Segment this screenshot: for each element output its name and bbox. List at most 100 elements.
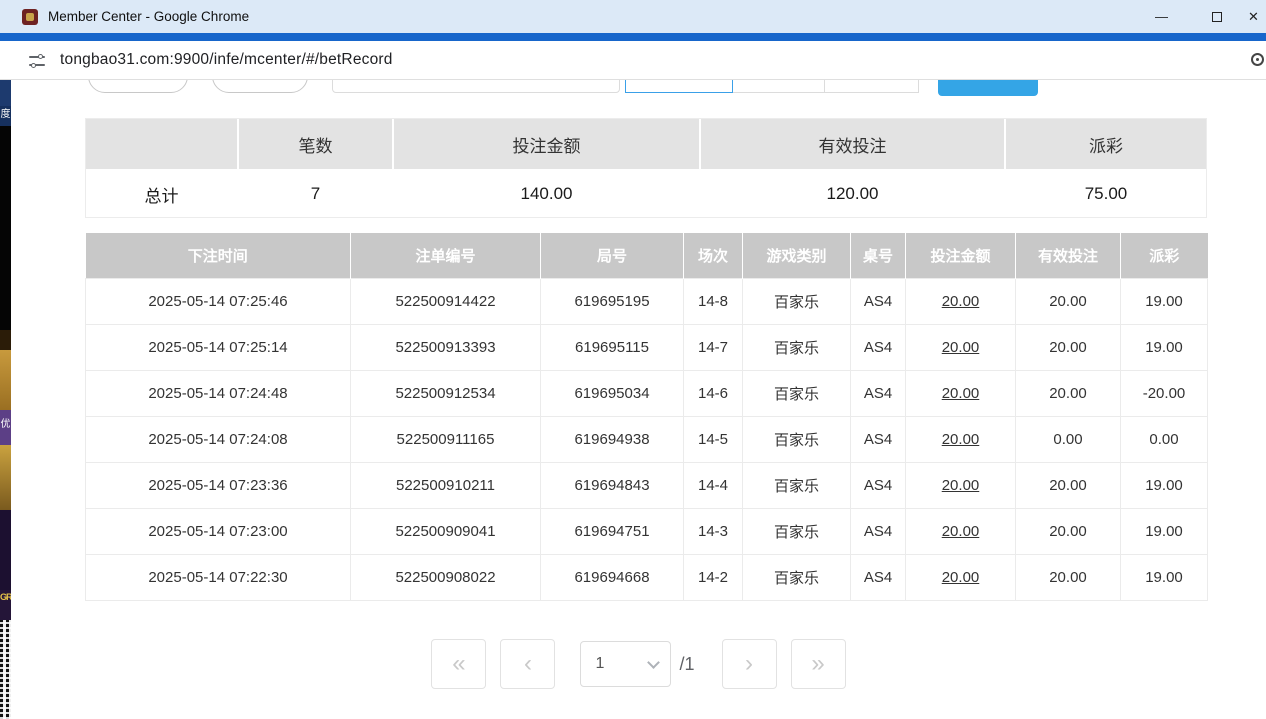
cell-session: 14-8 xyxy=(684,278,743,324)
prev-page-button[interactable]: ‹ xyxy=(500,639,555,689)
cell-bet-amount-link[interactable]: 20.00 xyxy=(906,278,1016,324)
page-total-label: /1 xyxy=(679,654,694,675)
cell-bet-amount-link[interactable]: 20.00 xyxy=(906,324,1016,370)
cell-table-id: AS4 xyxy=(851,554,906,600)
cell-session: 14-6 xyxy=(684,370,743,416)
cell-round-id: 619695115 xyxy=(541,324,684,370)
close-icon: ✕ xyxy=(1248,9,1259,25)
cell-order-id: 522500908022 xyxy=(351,554,541,600)
cell-bet-amount-link[interactable]: 20.00 xyxy=(906,370,1016,416)
cell-order-id: 522500910211 xyxy=(351,462,541,508)
app-icon-glyph xyxy=(26,13,34,21)
table-row: 2025-05-14 07:22:30 522500908022 6196946… xyxy=(86,554,1208,600)
bg-label-2: 优 xyxy=(0,410,11,445)
cell-bet-amount-link[interactable]: 20.00 xyxy=(906,554,1016,600)
date-range-input[interactable] xyxy=(332,80,620,93)
page-select[interactable]: 1 xyxy=(580,641,671,687)
cell-game-type: 百家乐 xyxy=(743,462,851,508)
date-quick-select-group xyxy=(625,80,921,93)
summary-header-count: 笔数 xyxy=(239,119,394,169)
cell-payout: 0.00 xyxy=(1121,416,1208,462)
col-header-game-type: 游戏类别 xyxy=(743,233,851,278)
window-title: Member Center - Google Chrome xyxy=(48,9,249,24)
cell-round-id: 619694938 xyxy=(541,416,684,462)
cell-valid-bet: 20.00 xyxy=(1016,508,1121,554)
cell-bet-amount-link[interactable]: 20.00 xyxy=(906,508,1016,554)
cell-bet-amount-link[interactable]: 20.00 xyxy=(906,416,1016,462)
col-header-session: 场次 xyxy=(684,233,743,278)
cell-valid-bet: 20.00 xyxy=(1016,278,1121,324)
next-page-icon: › xyxy=(745,650,753,678)
window-theme-strip xyxy=(0,33,1266,41)
summary-count-value: 7 xyxy=(239,169,394,217)
last-page-icon: » xyxy=(811,650,824,678)
url-text[interactable]: tongbao31.com:9900/infe/mcenter/#/betRec… xyxy=(60,51,393,69)
date-segment-option-2[interactable] xyxy=(732,80,825,93)
browser-viewport: 度 优 GR 笔数 投注金额 有效投注 派彩 总计 xyxy=(0,80,1266,719)
cell-session: 14-3 xyxy=(684,508,743,554)
cell-bet-time: 2025-05-14 07:25:14 xyxy=(86,324,351,370)
close-button[interactable]: ✕ xyxy=(1244,0,1266,33)
table-row: 2025-05-14 07:25:14 522500913393 6196951… xyxy=(86,324,1208,370)
table-row: 2025-05-14 07:24:48 522500912534 6196950… xyxy=(86,370,1208,416)
summary-header-valid-bet: 有效投注 xyxy=(701,119,1006,169)
date-segment-option-3[interactable] xyxy=(824,80,919,93)
summary-header-bet-amount: 投注金额 xyxy=(394,119,701,169)
chevron-down-icon xyxy=(648,656,661,669)
cell-bet-time: 2025-05-14 07:25:46 xyxy=(86,278,351,324)
window-controls: — ✕ xyxy=(1134,0,1266,33)
summary-valid-bet-value: 120.00 xyxy=(701,169,1006,217)
cell-bet-time: 2025-05-14 07:24:08 xyxy=(86,416,351,462)
cell-session: 14-5 xyxy=(684,416,743,462)
date-segment-option-1[interactable] xyxy=(625,80,733,93)
site-settings-icon[interactable] xyxy=(29,54,45,67)
table-header-row: 下注时间 注单编号 局号 场次 游戏类别 桌号 投注金额 有效投注 派彩 xyxy=(86,233,1208,278)
cell-session: 14-7 xyxy=(684,324,743,370)
cell-round-id: 619694668 xyxy=(541,554,684,600)
bet-record-page: 笔数 投注金额 有效投注 派彩 总计 7 140.00 120.00 75.00… xyxy=(11,80,1266,719)
cell-game-type: 百家乐 xyxy=(743,416,851,462)
window-titlebar: Member Center - Google Chrome — ✕ xyxy=(0,0,1266,33)
cell-game-type: 百家乐 xyxy=(743,370,851,416)
filter-button-1[interactable] xyxy=(88,80,188,93)
pagination: « ‹ 1 /1 › » xyxy=(11,639,1266,689)
cell-round-id: 619694843 xyxy=(541,462,684,508)
cell-payout: 19.00 xyxy=(1121,462,1208,508)
cell-payout: -20.00 xyxy=(1121,370,1208,416)
cell-table-id: AS4 xyxy=(851,370,906,416)
browser-settings-icon[interactable] xyxy=(1251,53,1264,66)
last-page-button[interactable]: » xyxy=(791,639,846,689)
cell-table-id: AS4 xyxy=(851,324,906,370)
search-button[interactable] xyxy=(938,80,1038,96)
cell-payout: 19.00 xyxy=(1121,554,1208,600)
bg-label-1: 度 xyxy=(0,106,11,126)
cell-bet-time: 2025-05-14 07:22:30 xyxy=(86,554,351,600)
prev-page-icon: ‹ xyxy=(524,650,532,678)
filter-button-2[interactable] xyxy=(212,80,308,93)
page-background-strip: 度 优 GR xyxy=(0,80,11,719)
minimize-icon: — xyxy=(1155,9,1168,24)
cell-round-id: 619695195 xyxy=(541,278,684,324)
col-header-bet-time: 下注时间 xyxy=(86,233,351,278)
next-page-button[interactable]: › xyxy=(722,639,777,689)
cell-table-id: AS4 xyxy=(851,508,906,554)
bg-segment xyxy=(0,80,11,106)
cell-game-type: 百家乐 xyxy=(743,554,851,600)
maximize-button[interactable] xyxy=(1189,0,1244,33)
col-header-order-id: 注单编号 xyxy=(351,233,541,278)
address-bar[interactable]: tongbao31.com:9900/infe/mcenter/#/betRec… xyxy=(0,41,1266,80)
cell-bet-time: 2025-05-14 07:24:48 xyxy=(86,370,351,416)
table-row: 2025-05-14 07:23:00 522500909041 6196947… xyxy=(86,508,1208,554)
table-row: 2025-05-14 07:24:08 522500911165 6196949… xyxy=(86,416,1208,462)
cell-bet-amount-link[interactable]: 20.00 xyxy=(906,462,1016,508)
minimize-button[interactable]: — xyxy=(1134,0,1189,33)
cell-bet-time: 2025-05-14 07:23:36 xyxy=(86,462,351,508)
first-page-button[interactable]: « xyxy=(431,639,486,689)
summary-header-payout: 派彩 xyxy=(1006,119,1206,169)
cell-order-id: 522500909041 xyxy=(351,508,541,554)
table-row: 2025-05-14 07:25:46 522500914422 6196951… xyxy=(86,278,1208,324)
cell-game-type: 百家乐 xyxy=(743,324,851,370)
cell-round-id: 619695034 xyxy=(541,370,684,416)
cell-valid-bet: 20.00 xyxy=(1016,554,1121,600)
bg-segment xyxy=(0,445,11,510)
